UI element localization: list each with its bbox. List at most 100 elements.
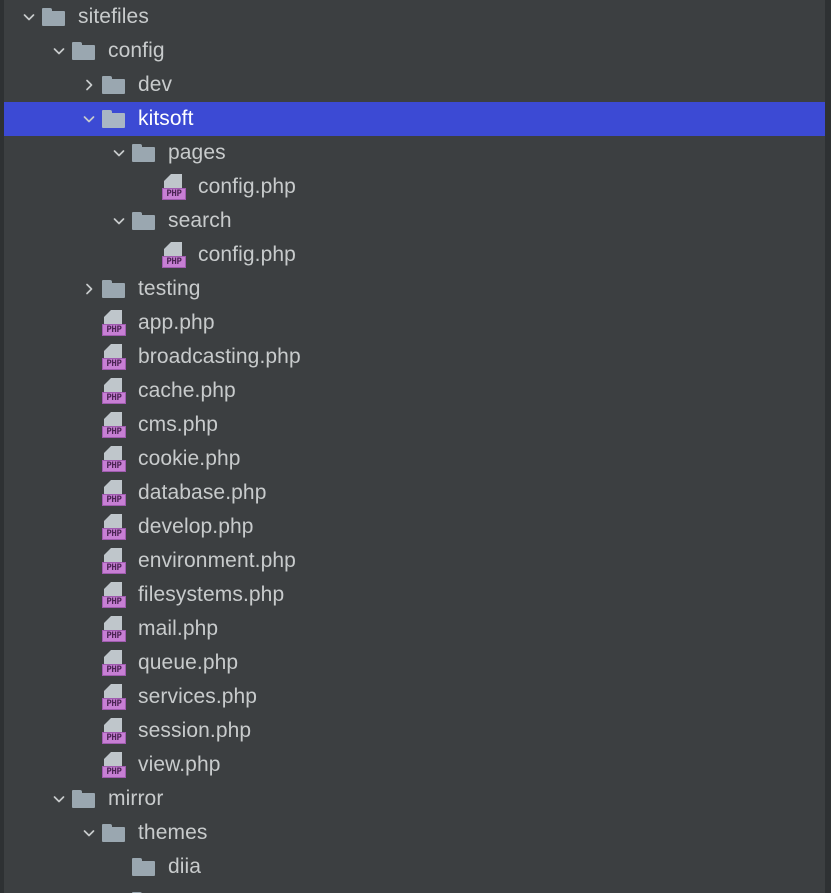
- tree-row[interactable]: PHP queue.php: [4, 646, 825, 680]
- tree-row[interactable]: pages: [4, 136, 825, 170]
- chevron-placeholder-icon: [108, 884, 130, 893]
- chevron-down-icon[interactable]: [48, 34, 70, 68]
- tree-row[interactable]: PHP broadcasting.php: [4, 340, 825, 374]
- chevron-placeholder-icon: [78, 680, 100, 714]
- chevron-placeholder-icon: [138, 170, 160, 204]
- folder-icon: [72, 782, 102, 816]
- php-badge: PHP: [102, 630, 126, 642]
- php-file-icon: PHP: [162, 170, 192, 204]
- php-file-icon: PHP: [102, 442, 132, 476]
- project-file-tree[interactable]: sitefiles config dev kitsoft pages PHP config.…: [0, 0, 831, 893]
- chevron-down-icon[interactable]: [78, 816, 100, 850]
- tree-row[interactable]: mirror: [4, 782, 825, 816]
- folder-icon: [42, 0, 72, 34]
- file-label: cache.php: [138, 379, 236, 402]
- file-label: cookie.php: [138, 447, 241, 470]
- tree-row[interactable]: sitefiles: [4, 0, 825, 34]
- tree-row[interactable]: PHP config.php: [4, 170, 825, 204]
- folder-icon: [132, 884, 162, 893]
- chevron-right-icon[interactable]: [78, 272, 100, 306]
- tree-row[interactable]: PHP mail.php: [4, 612, 825, 646]
- tree-row[interactable]: PHP view.php: [4, 748, 825, 782]
- chevron-down-icon[interactable]: [108, 204, 130, 238]
- chevron-placeholder-icon: [78, 544, 100, 578]
- file-label: mail.php: [138, 617, 219, 640]
- file-label: config.php: [198, 243, 296, 266]
- file-label: session.php: [138, 719, 252, 742]
- file-label: view.php: [138, 753, 221, 776]
- folder-label: kitsoft: [138, 107, 194, 130]
- tree-row[interactable]: PHP environment.php: [4, 544, 825, 578]
- php-badge: PHP: [102, 392, 126, 404]
- chevron-down-icon[interactable]: [108, 136, 130, 170]
- tree-row[interactable]: PHP develop.php: [4, 510, 825, 544]
- php-file-icon: PHP: [102, 748, 132, 782]
- folder-icon: [102, 68, 132, 102]
- folder-label: mirror: [108, 787, 164, 810]
- folder-icon: [132, 850, 162, 884]
- tree-row[interactable]: PHP cookie.php: [4, 442, 825, 476]
- tree-row[interactable]: PHP database.php: [4, 476, 825, 510]
- tree-row[interactable]: dev: [4, 68, 825, 102]
- file-label: environment.php: [138, 549, 296, 572]
- folder-label: testing: [138, 277, 201, 300]
- php-badge: PHP: [102, 426, 126, 438]
- chevron-down-icon[interactable]: [78, 102, 100, 136]
- file-label: cms.php: [138, 413, 219, 436]
- tree-row[interactable]: PHP session.php: [4, 714, 825, 748]
- chevron-placeholder-icon: [78, 306, 100, 340]
- folder-icon: [102, 272, 132, 306]
- chevron-placeholder-icon: [78, 442, 100, 476]
- file-label: develop.php: [138, 515, 254, 538]
- file-label: queue.php: [138, 651, 239, 674]
- tree-row[interactable]: [4, 884, 825, 893]
- php-badge: PHP: [102, 698, 126, 710]
- php-badge: PHP: [102, 562, 126, 574]
- tree-row[interactable]: kitsoft: [4, 102, 825, 136]
- chevron-placeholder-icon: [78, 612, 100, 646]
- tree-row[interactable]: search: [4, 204, 825, 238]
- php-badge: PHP: [102, 596, 126, 608]
- php-file-icon: PHP: [102, 544, 132, 578]
- chevron-right-icon[interactable]: [78, 68, 100, 102]
- chevron-placeholder-icon: [78, 578, 100, 612]
- chevron-placeholder-icon: [78, 510, 100, 544]
- tree-row[interactable]: PHP app.php: [4, 306, 825, 340]
- chevron-placeholder-icon: [78, 714, 100, 748]
- tree-row[interactable]: config: [4, 34, 825, 68]
- php-badge: PHP: [102, 324, 126, 336]
- chevron-down-icon[interactable]: [18, 0, 40, 34]
- chevron-placeholder-icon: [78, 374, 100, 408]
- php-file-icon: PHP: [162, 238, 192, 272]
- tree-row[interactable]: PHP cache.php: [4, 374, 825, 408]
- php-file-icon: PHP: [102, 408, 132, 442]
- tree-row[interactable]: testing: [4, 272, 825, 306]
- php-file-icon: PHP: [102, 578, 132, 612]
- file-label: broadcasting.php: [138, 345, 301, 368]
- folder-label: pages: [168, 141, 226, 164]
- file-label: filesystems.php: [138, 583, 285, 606]
- tree-row[interactable]: PHP cms.php: [4, 408, 825, 442]
- file-label: config.php: [198, 175, 296, 198]
- tree-row[interactable]: PHP config.php: [4, 238, 825, 272]
- tree-row[interactable]: PHP services.php: [4, 680, 825, 714]
- tree-row[interactable]: PHP filesystems.php: [4, 578, 825, 612]
- chevron-down-icon[interactable]: [48, 782, 70, 816]
- php-file-icon: PHP: [102, 306, 132, 340]
- chevron-placeholder-icon: [78, 408, 100, 442]
- tree-row[interactable]: diia: [4, 850, 825, 884]
- php-badge: PHP: [162, 188, 186, 200]
- tree-row[interactable]: themes: [4, 816, 825, 850]
- chevron-placeholder-icon: [78, 340, 100, 374]
